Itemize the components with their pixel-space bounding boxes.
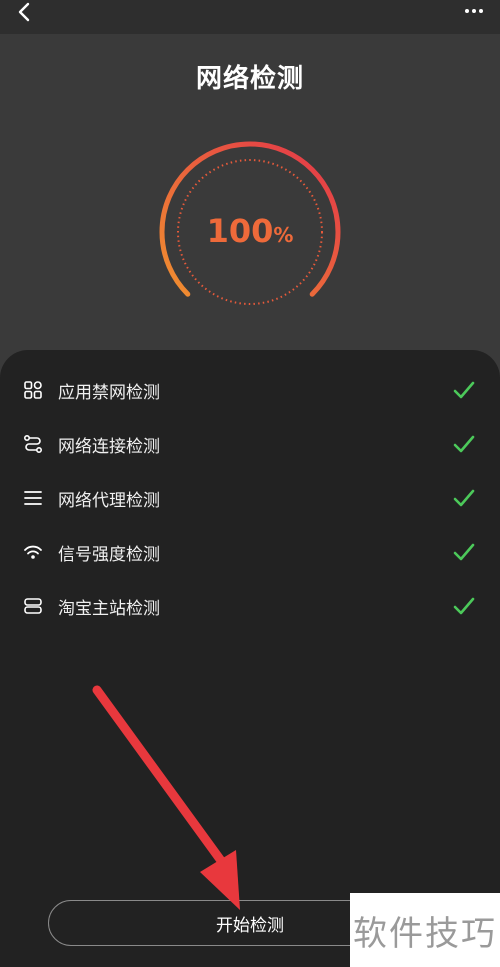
progress-gauge: 100% [150,132,350,332]
page-title: 网络检测 [195,64,304,94]
check-mark-icon [452,432,476,456]
check-item-signal-strength[interactable]: 信号强度检测 [0,532,500,572]
connection-route-icon [22,433,44,455]
check-item-network-proxy[interactable]: 网络代理检测 [0,478,500,518]
gauge-value: 100% [150,212,350,250]
back-button[interactable] [12,0,36,24]
check-mark-icon [452,594,476,618]
back-chevron-icon [18,2,30,22]
top-bar [0,0,500,34]
check-panel: 应用禁网检测 网络连接检测 网络代理检测 信号强度检测 淘宝主站检测 [0,350,500,967]
check-item-label: 淘宝主站检测 [58,598,160,619]
gauge-number: 100 [206,212,274,250]
gauge-unit: % [273,223,294,247]
watermark: 软件技巧 [350,893,500,967]
check-item-label: 应用禁网检测 [58,382,160,403]
check-item-network-connection[interactable]: 网络连接检测 [0,424,500,464]
server-icon [22,595,44,617]
check-mark-icon [452,378,476,402]
wifi-icon [22,541,44,563]
more-button[interactable] [460,0,488,22]
check-mark-icon [452,486,476,510]
check-item-label: 网络代理检测 [58,490,160,511]
check-mark-icon [452,540,476,564]
more-dots-icon [465,9,469,13]
check-item-app-network-ban[interactable]: 应用禁网检测 [0,370,500,410]
check-item-label: 信号强度检测 [58,544,160,565]
apps-grid-icon [22,379,44,401]
check-item-taobao-site[interactable]: 淘宝主站检测 [0,586,500,626]
check-item-label: 网络连接检测 [58,436,160,457]
menu-lines-icon [22,487,44,509]
